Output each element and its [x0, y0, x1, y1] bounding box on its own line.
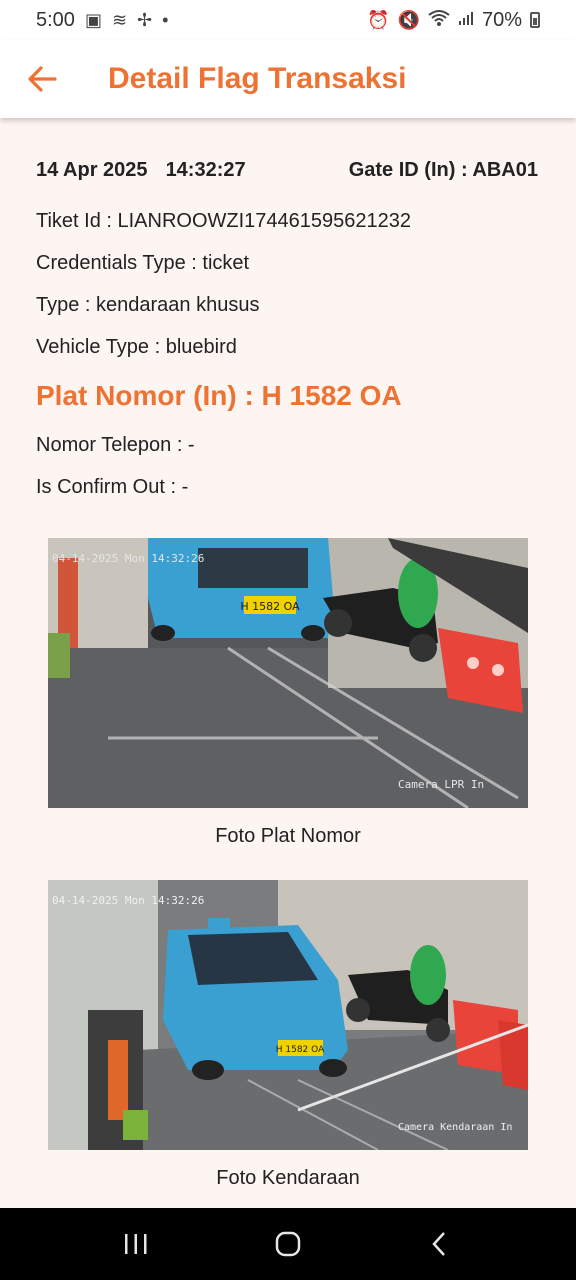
- vehicle-photo-stamp: 04-14-2025 Mon 14:32:26: [52, 894, 204, 907]
- back-button[interactable]: [12, 49, 72, 109]
- status-time: 5:00: [36, 8, 75, 31]
- cell-signal-icon: [458, 10, 474, 31]
- confirm-out: Is Confirm Out : -: [36, 476, 189, 498]
- svg-text:H 1582 OA: H 1582 OA: [240, 600, 300, 613]
- arrow-left-icon: [28, 66, 57, 92]
- fan-notification-icon: ✢: [137, 9, 153, 30]
- home-icon: [275, 1231, 301, 1257]
- page-title: Detail Flag Transaksi: [108, 62, 407, 95]
- ticket-id: Tiket Id : LIANROOWZI174461595621232: [36, 210, 412, 232]
- phone-number: Nomor Telepon : -: [36, 434, 195, 456]
- status-bar: 5:00 ▣ ≋ ✢ • ⏰ 🔇 70%: [0, 0, 576, 40]
- battery-icon: [530, 12, 540, 28]
- plate-photo[interactable]: H 1582 OA 04-14-2025 Mon 14:32:26 Camera…: [48, 538, 528, 808]
- mute-icon: 🔇: [397, 9, 420, 30]
- type: Type : kendaraan khusus: [36, 294, 260, 316]
- vehicle-photo-block: H 1582 OA 04-14-2025 Mon 14:32:26 Camera…: [0, 880, 576, 1206]
- vehicle-photo-caption: Foto Kendaraan: [216, 1167, 360, 1189]
- vehicle-type: Vehicle Type : bluebird: [36, 336, 237, 358]
- chevron-left-icon: [432, 1232, 445, 1256]
- recents-icon: [125, 1234, 147, 1254]
- signal-notification-icon: ≋: [111, 9, 128, 30]
- plate-number: Plat Nomor (In) : H 1582 OA: [36, 380, 402, 411]
- home-button[interactable]: [258, 1214, 318, 1274]
- system-nav-bar: [0, 1208, 576, 1280]
- vehicle-photo-image: H 1582 OA 04-14-2025 Mon 14:32:26 Camera…: [48, 880, 528, 1150]
- detail-content: 14 Apr 2025 14:32:27 Gate ID (In) : ABA0…: [0, 140, 576, 1240]
- wifi-icon: [428, 9, 450, 32]
- recents-button[interactable]: [106, 1214, 166, 1274]
- plate-photo-image: H 1582 OA 04-14-2025 Mon 14:32:26 Camera…: [48, 538, 528, 808]
- plate-photo-camera: Camera LPR In: [398, 778, 484, 791]
- vehicle-photo[interactable]: H 1582 OA 04-14-2025 Mon 14:32:26 Camera…: [48, 880, 528, 1150]
- vehicle-photo-camera: Camera Kendaraan In: [398, 1122, 512, 1133]
- transaction-time: 14:32:27: [165, 158, 246, 181]
- plate-photo-caption: Foto Plat Nomor: [215, 825, 361, 847]
- app-bar: Detail Flag Transaksi: [0, 40, 576, 118]
- transaction-date: 14 Apr 2025: [36, 158, 148, 181]
- nav-back-button[interactable]: [410, 1214, 470, 1274]
- date-gate-row: 14 Apr 2025 14:32:27 Gate ID (In) : ABA0…: [0, 140, 576, 200]
- alarm-icon: ⏰: [367, 9, 390, 30]
- gate-id: Gate ID (In) : ABA01: [348, 158, 538, 181]
- more-notifications-icon: •: [162, 9, 169, 30]
- gallery-notification-icon: ▣: [84, 9, 102, 30]
- svg-text:H 1582 OA: H 1582 OA: [276, 1045, 325, 1055]
- credentials-type: Credentials Type : ticket: [36, 252, 250, 274]
- battery-percentage: 70%: [481, 8, 522, 31]
- plate-photo-stamp: 04-14-2025 Mon 14:32:26: [52, 552, 204, 565]
- plate-photo-block: H 1582 OA 04-14-2025 Mon 14:32:26 Camera…: [0, 538, 576, 864]
